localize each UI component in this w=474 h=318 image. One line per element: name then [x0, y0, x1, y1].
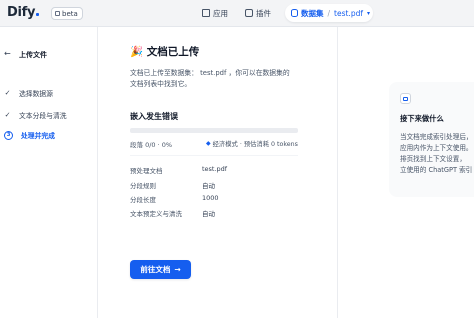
apps-icon: [202, 9, 210, 17]
step-process-complete: 3 处理并完成: [4, 129, 55, 141]
segment-progress-text: 段落 0/0 · 0%: [130, 141, 173, 149]
detail-row-preprocess: 文本预定义与清洗 自动: [130, 210, 215, 218]
go-to-document-button[interactable]: 前往文档 →: [130, 260, 191, 279]
arrow-right-icon: →: [174, 265, 181, 274]
check-icon: ✓: [4, 111, 11, 119]
step-select-source: ✓ 选择数据源: [4, 89, 53, 98]
detail-row-segment-length: 分段长度 1000: [130, 194, 219, 204]
plugin-icon: [245, 9, 253, 17]
completion-content: 🎉 文档已上传 文档已上传至数据集： test.pdf ，你可以在数据集的 文档…: [130, 27, 336, 318]
check-icon: ✓: [4, 89, 11, 97]
right-panel: 接下来做什么 当文档完成索引处理后， 应用内作为上下文使用。 排页找到上下文设置…: [337, 27, 474, 318]
database-icon: [291, 9, 298, 17]
upload-description: 文档已上传至数据集： test.pdf ，你可以在数据集的 文档列表中找到它。: [130, 69, 290, 88]
book-icon: [400, 93, 411, 104]
embedding-error-title: 嵌入发生错误: [130, 112, 178, 121]
next-steps-title: 接下来做什么: [400, 114, 444, 123]
top-bar: Dify beta 应用 插件 数据集 / test.pdf ▾: [0, 0, 474, 26]
main-panel: ← 上传文件 ✓ 选择数据源 ✓ 文本分段与清洗 3 处理并完成 🎉 文档已上传…: [0, 26, 474, 318]
dify-logo[interactable]: Dify: [7, 5, 40, 20]
nav-plugins[interactable]: 插件: [245, 6, 271, 20]
embedding-progress-bar: [130, 128, 298, 133]
back-arrow-icon[interactable]: ←: [4, 49, 11, 58]
detail-row-document: 预处理文档 test.pdf: [130, 165, 228, 175]
divider: [130, 155, 298, 156]
chevron-down-icon[interactable]: ▾: [367, 10, 370, 17]
step-sidebar: ← 上传文件 ✓ 选择数据源 ✓ 文本分段与清洗 3 处理并完成: [0, 27, 98, 318]
beta-badge: beta: [51, 7, 83, 20]
nav-apps[interactable]: 应用: [202, 6, 228, 20]
detail-row-segment-rule: 分段规则 自动: [130, 182, 215, 190]
economy-icon: ◆: [206, 140, 211, 147]
mode-info: ◆ 经济模式 · 预估消耗 0 tokens: [206, 140, 298, 148]
nav-datasets[interactable]: 数据集 / test.pdf ▾: [285, 4, 373, 22]
next-steps-body: 当文档完成索引处理后， 应用内作为上下文使用。 排页找到上下文设置， 立使用的 …: [400, 133, 473, 174]
next-steps-card: 接下来做什么 当文档完成索引处理后， 应用内作为上下文使用。 排页找到上下文设置…: [389, 82, 474, 197]
badge-icon: [55, 11, 60, 16]
step-number: 3: [4, 130, 13, 140]
page-title: 🎉 文档已上传: [130, 46, 200, 58]
party-icon: 🎉: [130, 46, 144, 58]
step-segment-clean: ✓ 文本分段与清洗: [4, 111, 67, 120]
current-dataset[interactable]: test.pdf: [334, 9, 363, 18]
sidebar-title: 上传文件: [19, 51, 47, 59]
